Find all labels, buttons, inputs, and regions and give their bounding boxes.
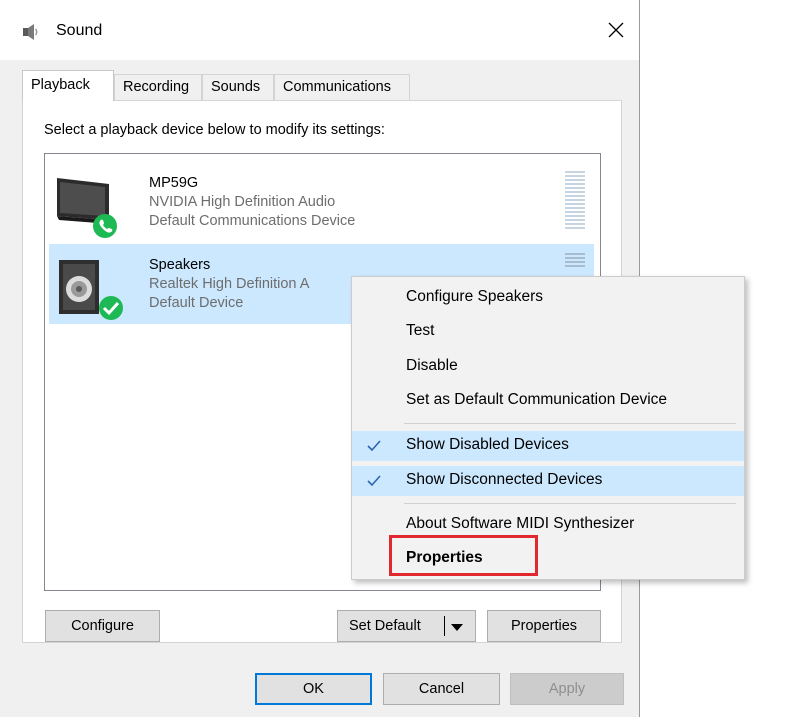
menu-item-set-default-communication[interactable]: Set as Default Communication Device	[352, 386, 744, 416]
tab-sounds[interactable]: Sounds	[202, 74, 274, 100]
menu-item-show-disconnected[interactable]: Show Disconnected Devices	[352, 466, 744, 496]
annotation-highlight-box	[389, 535, 538, 576]
device-info: MP59G NVIDIA High Definition Audio Defau…	[149, 174, 355, 231]
set-default-label: Set Default	[349, 618, 421, 634]
speaker-box-icon	[53, 252, 125, 324]
speaker-icon	[20, 22, 40, 42]
check-badge-icon	[99, 296, 123, 320]
menu-separator	[404, 423, 736, 424]
device-name: MP59G	[149, 175, 199, 191]
instructions-text: Select a playback device below to modify…	[44, 122, 385, 138]
apply-button[interactable]: Apply	[510, 673, 624, 705]
dropdown-arrow-icon[interactable]	[450, 621, 464, 637]
set-default-split-button[interactable]: Set Default	[337, 610, 476, 642]
close-icon	[608, 22, 624, 38]
window-title: Sound	[56, 22, 103, 39]
device-driver: Realtek High Definition A	[149, 276, 310, 292]
menu-item-label: Test	[406, 322, 435, 339]
menu-item-label: About Software MIDI Synthesizer	[406, 515, 635, 532]
level-meter	[565, 171, 585, 231]
menu-item-label: Show Disabled Devices	[406, 436, 569, 453]
cancel-button[interactable]: Cancel	[383, 673, 500, 705]
menu-separator	[404, 503, 736, 504]
menu-item-label: Disable	[406, 357, 458, 374]
menu-item-label: Configure Speakers	[406, 288, 543, 305]
tab-playback[interactable]: Playback	[22, 70, 114, 101]
menu-item-label: Set as Default Communication Device	[406, 391, 668, 408]
device-mp59g[interactable]: MP59G NVIDIA High Definition Audio Defau…	[49, 162, 594, 242]
close-button[interactable]	[593, 0, 639, 60]
device-driver: NVIDIA High Definition Audio	[149, 194, 336, 210]
checkmark-icon	[365, 437, 383, 455]
ok-button[interactable]: OK	[255, 673, 372, 705]
menu-item-show-disabled[interactable]: Show Disabled Devices	[352, 431, 744, 461]
properties-button[interactable]: Properties	[487, 610, 601, 642]
title-bar: Sound	[0, 0, 639, 60]
tab-communications[interactable]: Communications	[274, 74, 410, 100]
device-status: Default Communications Device	[149, 213, 356, 229]
level-meter	[565, 253, 585, 269]
menu-item-label: Show Disconnected Devices	[406, 471, 603, 488]
device-name: Speakers	[149, 257, 211, 273]
phone-badge-icon	[93, 214, 117, 238]
menu-item-disable[interactable]: Disable	[352, 352, 744, 382]
device-status: Default Device	[149, 295, 244, 311]
device-info: Speakers Realtek High Definition A Defau…	[149, 256, 309, 313]
split-divider	[444, 616, 445, 636]
checkmark-icon	[365, 472, 383, 490]
menu-item-configure-speakers[interactable]: Configure Speakers	[352, 283, 744, 313]
configure-button[interactable]: Configure	[45, 610, 160, 642]
tab-recording[interactable]: Recording	[114, 74, 202, 100]
monitor-icon	[53, 170, 125, 242]
menu-item-test[interactable]: Test	[352, 317, 744, 347]
